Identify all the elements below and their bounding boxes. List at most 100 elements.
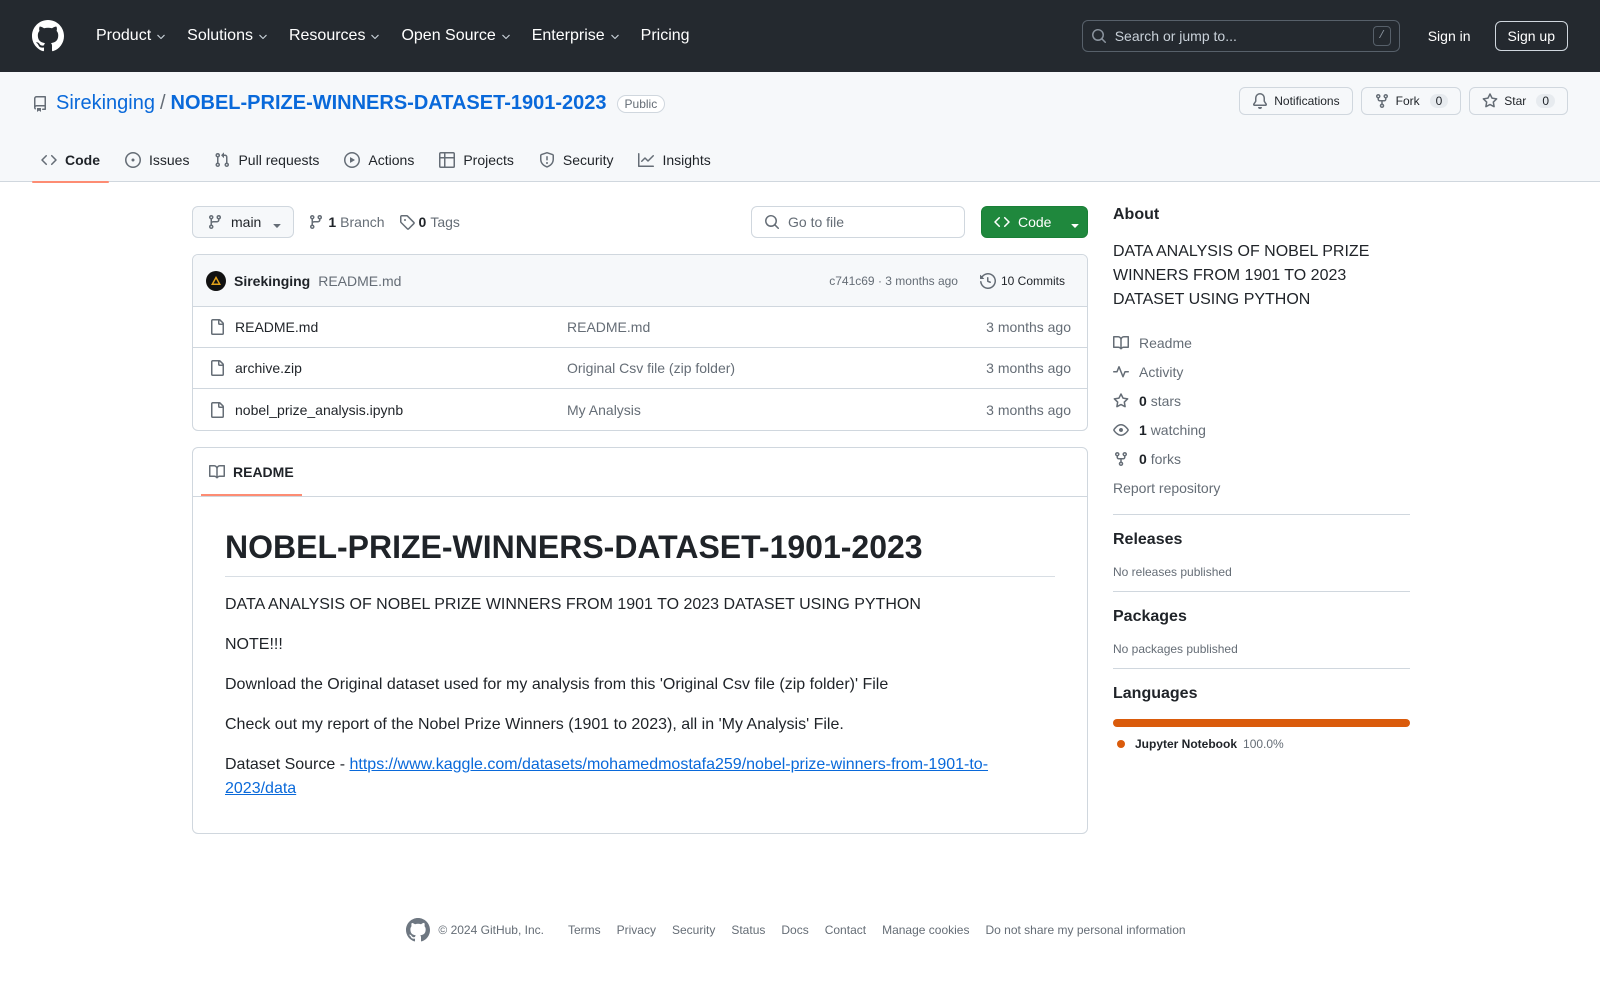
file-commit-time: 3 months ago bbox=[986, 360, 1071, 376]
commit-hash-time[interactable]: c741c69 · 3 months ago bbox=[829, 274, 958, 288]
chevron-down-icon bbox=[500, 31, 512, 43]
footer-link-do-not-share[interactable]: Do not share my personal information bbox=[985, 923, 1185, 937]
footer-link-contact[interactable]: Contact bbox=[825, 923, 866, 937]
github-logo-icon[interactable] bbox=[406, 918, 431, 942]
global-search-input[interactable]: Search or jump to... / bbox=[1081, 20, 1400, 52]
forks-label: forks bbox=[1150, 450, 1182, 467]
readme-paragraph: Check out my report of the Nobel Prize W… bbox=[225, 716, 844, 733]
branch-selector[interactable]: main bbox=[192, 206, 295, 238]
code-dropdown-button[interactable]: Code bbox=[981, 206, 1088, 238]
tab-actions[interactable]: Actions bbox=[335, 138, 423, 182]
file-name-link[interactable]: nobel_prize_analysis.ipynb bbox=[235, 402, 567, 418]
packages-heading[interactable]: Packages bbox=[1113, 608, 1410, 626]
header-right: Search or jump to... / Sign in Sign up bbox=[1081, 20, 1568, 52]
releases-heading[interactable]: Releases bbox=[1113, 531, 1410, 549]
table-row: archive.zip Original Csv file (zip folde… bbox=[193, 348, 1087, 389]
footer-link-terms[interactable]: Terms bbox=[568, 923, 601, 937]
repo-path-separator: / bbox=[159, 92, 166, 114]
file-list: Sirekinging README.md c741c69 · 3 months… bbox=[192, 254, 1088, 431]
stars-link[interactable]: 0 stars bbox=[1113, 386, 1410, 415]
commit-message-link[interactable]: README.md bbox=[318, 273, 401, 289]
readme-link[interactable]: Readme bbox=[1113, 328, 1410, 357]
about-description: DATA ANALYSIS OF NOBEL PRIZE WINNERS FRO… bbox=[1113, 243, 1370, 308]
commit-author-link[interactable]: Sirekinging bbox=[234, 273, 310, 289]
go-to-file-input[interactable]: Go to file bbox=[751, 206, 965, 238]
tab-security-label: Security bbox=[562, 152, 614, 168]
avatar[interactable] bbox=[206, 270, 226, 291]
footer-copyright: © 2024 GitHub, Inc. bbox=[438, 923, 544, 937]
nav-resources[interactable]: Resources bbox=[281, 19, 389, 53]
nav-product[interactable]: Product bbox=[88, 19, 175, 53]
file-commit-message-link[interactable]: Original Csv file (zip folder) bbox=[567, 360, 986, 376]
tab-readme[interactable]: README bbox=[201, 447, 302, 496]
footer-link-security[interactable]: Security bbox=[672, 923, 715, 937]
watchers-link[interactable]: 1 watching bbox=[1113, 415, 1410, 444]
global-header: Product Solutions Resources Open Source … bbox=[0, 0, 1600, 72]
search-shortcut-key: / bbox=[1372, 26, 1391, 46]
footer-link-docs[interactable]: Docs bbox=[781, 923, 808, 937]
forks-link[interactable]: 0 forks bbox=[1113, 444, 1410, 473]
play-icon bbox=[344, 152, 361, 168]
search-placeholder: Search or jump to... bbox=[1114, 28, 1237, 44]
tab-pull-requests[interactable]: Pull requests bbox=[205, 138, 328, 182]
watching-stat: 1 watching bbox=[1139, 422, 1206, 438]
star-icon bbox=[1482, 93, 1498, 109]
visibility-badge: Public bbox=[616, 94, 666, 113]
notifications-label: Notifications bbox=[1274, 94, 1340, 108]
repo-actions: Notifications Fork 0 Star 0 bbox=[1239, 87, 1568, 115]
file-commit-message-link[interactable]: My Analysis bbox=[567, 402, 986, 418]
notifications-button[interactable]: Notifications bbox=[1239, 87, 1353, 115]
star-button[interactable]: Star 0 bbox=[1469, 87, 1568, 115]
branches-link[interactable]: 1 Branch bbox=[308, 214, 385, 230]
readme-body: NOBEL-PRIZE-WINNERS-DATASET-1901-2023 DA… bbox=[193, 497, 1087, 833]
fork-button[interactable]: Fork 0 bbox=[1360, 87, 1462, 115]
file-icon bbox=[209, 360, 225, 376]
repo-tabs: Code Issues Pull requests Actions Projec… bbox=[32, 138, 727, 183]
tag-count-label: Tags bbox=[430, 214, 460, 230]
activity-link[interactable]: Activity bbox=[1113, 357, 1410, 386]
fork-label: Fork bbox=[1395, 94, 1420, 108]
file-commit-message-link[interactable]: README.md bbox=[567, 319, 986, 335]
tab-projects[interactable]: Projects bbox=[430, 138, 523, 182]
graph-icon bbox=[638, 152, 655, 168]
nav-pricing[interactable]: Pricing bbox=[633, 19, 698, 53]
nav-enterprise[interactable]: Enterprise bbox=[524, 19, 629, 53]
report-repository-link[interactable]: Report repository bbox=[1113, 473, 1410, 502]
commits-history-link[interactable]: 10 Commits bbox=[974, 269, 1071, 293]
file-icon bbox=[209, 401, 225, 418]
footer-link-privacy[interactable]: Privacy bbox=[617, 923, 656, 937]
file-name-link[interactable]: archive.zip bbox=[235, 360, 567, 376]
github-logo-icon[interactable] bbox=[32, 20, 64, 52]
repo-title: Sirekinging / NOBEL-PRIZE-WINNERS-DATASE… bbox=[32, 92, 666, 115]
chevron-down-icon bbox=[369, 31, 381, 43]
repo-owner-link[interactable]: Sirekinging bbox=[56, 92, 155, 115]
readme-source-prefix: Dataset Source - bbox=[225, 756, 350, 773]
sign-up-button[interactable]: Sign up bbox=[1494, 21, 1568, 51]
shield-icon bbox=[539, 152, 555, 168]
tag-count: 0 bbox=[418, 214, 427, 230]
tab-projects-label: Projects bbox=[463, 152, 514, 168]
branch-count-label: Branch bbox=[340, 214, 385, 230]
tab-security[interactable]: Security bbox=[530, 138, 623, 182]
book-icon bbox=[1113, 335, 1129, 351]
footer-link-status[interactable]: Status bbox=[731, 923, 765, 937]
readme-tab-label: README bbox=[233, 463, 294, 480]
tab-insights-label: Insights bbox=[662, 152, 711, 168]
file-name-link[interactable]: README.md bbox=[235, 319, 567, 335]
tab-issues[interactable]: Issues bbox=[116, 138, 198, 182]
repo-icon bbox=[32, 95, 48, 112]
tab-insights[interactable]: Insights bbox=[629, 138, 719, 182]
tags-link[interactable]: 0 Tags bbox=[399, 214, 460, 230]
language-item[interactable]: Jupyter Notebook 100.0% bbox=[1113, 737, 1410, 751]
nav-solutions[interactable]: Solutions bbox=[179, 19, 277, 53]
sign-in-link[interactable]: Sign in bbox=[1424, 22, 1475, 50]
nav-open-source[interactable]: Open Source bbox=[393, 19, 519, 53]
tab-actions-label: Actions bbox=[368, 152, 415, 168]
fork-count: 0 bbox=[1429, 94, 1449, 108]
nav-product-label: Product bbox=[96, 27, 152, 44]
tab-code[interactable]: Code bbox=[32, 138, 109, 183]
repo-name-link[interactable]: NOBEL-PRIZE-WINNERS-DATASET-1901-2023 bbox=[171, 92, 607, 115]
watching-label: watching bbox=[1150, 421, 1206, 438]
watching-count: 1 bbox=[1139, 421, 1147, 438]
footer-link-manage-cookies[interactable]: Manage cookies bbox=[882, 923, 969, 937]
